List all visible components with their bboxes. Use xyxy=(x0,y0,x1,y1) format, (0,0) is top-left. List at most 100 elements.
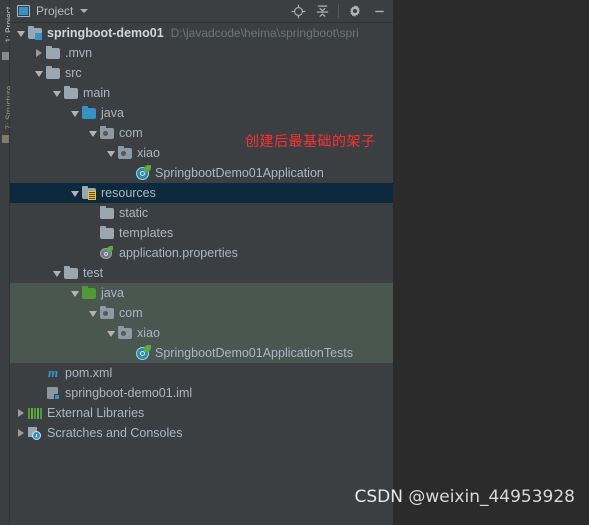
tree-row-label: SpringbootDemo01ApplicationTests xyxy=(155,346,354,360)
spring-properties-icon xyxy=(99,245,115,261)
tree-row[interactable]: SpringbootDemo01Application xyxy=(10,163,393,183)
spring-class-icon xyxy=(135,165,151,181)
chevron-down-icon[interactable] xyxy=(106,143,117,163)
package-icon xyxy=(117,145,133,161)
folder-grey-icon xyxy=(99,205,115,221)
locate-icon[interactable] xyxy=(287,0,309,22)
tree-row[interactable]: test xyxy=(10,263,393,283)
tree-row[interactable]: External Libraries xyxy=(10,403,393,423)
tree-row-label: resources xyxy=(101,186,156,200)
chevron-right-icon[interactable] xyxy=(16,403,27,423)
tool-window-title: Project xyxy=(36,4,74,18)
tree-arrow-spacer xyxy=(124,343,135,363)
tree-row[interactable]: springboot-demo01 D:\javadcode\heima\spri… xyxy=(10,23,393,43)
tree-row[interactable]: src xyxy=(10,63,393,83)
tree-row-label: application.properties xyxy=(119,246,238,260)
tree-row[interactable]: .mvn xyxy=(10,43,393,63)
tree-row[interactable]: resources xyxy=(10,183,393,203)
chevron-right-icon[interactable] xyxy=(16,423,27,443)
minimize-icon[interactable] xyxy=(368,0,390,22)
tree-row-label: templates xyxy=(119,226,174,240)
folder-green-icon xyxy=(81,285,97,301)
tree-row-label: test xyxy=(83,266,104,280)
tree-row-label: com xyxy=(119,126,143,140)
package-icon xyxy=(99,305,115,321)
package-icon xyxy=(117,325,133,341)
sidebar-tab-structure-marker xyxy=(2,135,9,143)
chevron-down-icon[interactable] xyxy=(52,83,63,103)
tree-row[interactable]: application.properties xyxy=(10,243,393,263)
tree-row[interactable]: m pom.xml xyxy=(10,363,393,383)
tree-row-label: static xyxy=(119,206,149,220)
tree-arrow-spacer xyxy=(88,223,99,243)
project-icon xyxy=(17,5,30,17)
annotation-text: 创建后最基础的架子 xyxy=(245,134,376,150)
tree-row-label: main xyxy=(83,86,111,100)
collapse-all-icon[interactable] xyxy=(311,0,333,22)
tree-row[interactable]: SpringbootDemo01ApplicationTests xyxy=(10,343,393,363)
folder-blue-icon xyxy=(81,105,97,121)
chevron-down-icon[interactable] xyxy=(88,303,99,323)
watermark-handle: @weixin_44953928 xyxy=(408,487,575,507)
folder-resources-icon xyxy=(81,185,97,201)
tree-row-label: springboot-demo01 xyxy=(47,26,164,40)
chevron-down-icon[interactable] xyxy=(16,23,27,43)
sidebar-tab-project-marker xyxy=(2,52,9,60)
tree-row-label: java xyxy=(101,106,124,120)
tree-arrow-spacer xyxy=(88,203,99,223)
chevron-down-icon[interactable] xyxy=(106,323,117,343)
spring-class-icon xyxy=(135,345,151,361)
toolbar-divider xyxy=(338,4,339,18)
gear-icon[interactable] xyxy=(344,0,366,22)
tree-row-label: .mvn xyxy=(65,46,93,60)
project-toolbar: Project xyxy=(10,0,393,23)
folder-grey-icon xyxy=(45,65,61,81)
tool-window-strip: 1: Project 7: Structure xyxy=(0,0,14,525)
tree-row-label: SpringbootDemo01Application xyxy=(155,166,324,180)
chevron-down-icon[interactable] xyxy=(52,263,63,283)
chevron-down-icon[interactable] xyxy=(88,123,99,143)
chevron-down-icon[interactable] xyxy=(70,183,81,203)
maven-icon: m xyxy=(47,365,59,380)
chevron-right-icon[interactable] xyxy=(34,43,45,63)
project-tool-window: Project springboot-demo01 D:\javadcode\h… xyxy=(10,0,393,525)
tree-row-label: xiao xyxy=(137,146,160,160)
tree-row[interactable]: main xyxy=(10,83,393,103)
chevron-down-icon[interactable] xyxy=(70,283,81,303)
tree-arrow-spacer xyxy=(124,163,135,183)
project-title-group[interactable]: Project xyxy=(17,0,89,22)
tree-row-label: src xyxy=(65,66,82,80)
folder-grey-icon xyxy=(45,45,61,61)
tree-row[interactable]: java xyxy=(10,283,393,303)
tree-row[interactable]: java xyxy=(10,103,393,123)
tree-row-label: com xyxy=(119,306,143,320)
project-tree[interactable]: springboot-demo01 D:\javadcode\heima\spri… xyxy=(10,23,393,525)
chevron-down-icon[interactable] xyxy=(80,9,89,13)
chevron-down-icon[interactable] xyxy=(70,103,81,123)
tree-row[interactable]: com xyxy=(10,303,393,323)
tree-row-path: D:\javadcode\heima\springboot\spri xyxy=(170,26,359,40)
scratches-icon xyxy=(27,425,43,441)
iml-icon xyxy=(45,385,61,401)
tree-row-label: External Libraries xyxy=(47,406,145,420)
chevron-down-icon[interactable] xyxy=(34,63,45,83)
tree-row[interactable]: templates xyxy=(10,223,393,243)
tree-row[interactable]: Scratches and Consoles xyxy=(10,423,393,443)
folder-grey-icon xyxy=(99,225,115,241)
tree-row[interactable]: springboot-demo01.iml xyxy=(10,383,393,403)
toolbar-actions xyxy=(287,0,390,22)
folder-grey-icon xyxy=(63,85,79,101)
module-folder-icon xyxy=(27,25,43,41)
libraries-icon xyxy=(27,405,43,421)
idea-window: 1: Project 7: Structure Project springbo… xyxy=(0,0,589,525)
folder-grey-icon xyxy=(63,265,79,281)
package-icon xyxy=(99,125,115,141)
tree-row[interactable]: xiao xyxy=(10,323,393,343)
tree-row[interactable]: static xyxy=(10,203,393,223)
tree-row-label: Scratches and Consoles xyxy=(47,426,183,440)
tree-arrow-spacer xyxy=(34,383,45,403)
watermark: CSDN @weixin_44953928 xyxy=(354,487,575,507)
watermark-prefix: CSDN xyxy=(354,487,403,507)
tree-row-label: xiao xyxy=(137,326,160,340)
tree-row-label: java xyxy=(101,286,124,300)
